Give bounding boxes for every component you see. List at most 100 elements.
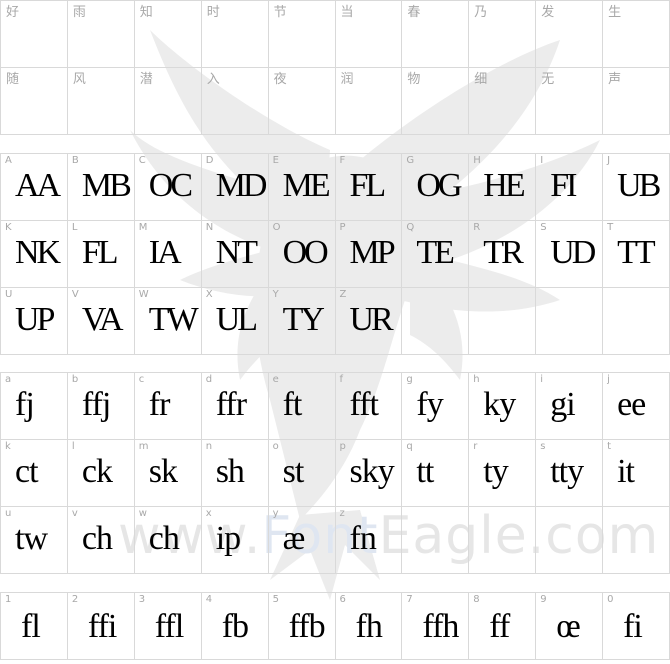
glyph-cell: D MD <box>201 154 269 221</box>
glyph-cell: d ffr <box>201 373 269 440</box>
glyph-cell: X UL <box>201 288 269 355</box>
glyph-sample: UB <box>617 167 661 204</box>
cell-label: 3 <box>138 594 146 605</box>
cell-label: e <box>272 374 279 385</box>
cell-label: p <box>339 441 346 452</box>
cell-label: o <box>272 441 279 452</box>
glyph-sample: UR <box>349 301 394 338</box>
glyph-sample: HE <box>483 167 525 204</box>
glyph-sample: MP <box>349 234 396 271</box>
glyph-cell: 春 <box>402 1 470 68</box>
glyph-cell: 时 <box>201 1 269 68</box>
glyph-cell: T TT <box>603 221 670 288</box>
cell-label: 风 <box>72 72 86 87</box>
cell-label: 入 <box>206 72 220 87</box>
cell-label: Z <box>339 289 347 300</box>
glyph-cell: i gi <box>536 373 604 440</box>
glyph-cell: 2 ffi <box>67 593 135 660</box>
glyph-sample: fn <box>349 520 377 557</box>
glyph-sample: sk <box>148 453 178 490</box>
cell-label: w <box>138 508 147 519</box>
glyph-sample: ip <box>215 520 241 557</box>
cell-label: 声 <box>608 72 622 87</box>
glyph-sample: ee <box>617 386 646 423</box>
cell-label: x <box>205 508 212 519</box>
glyph-sample: UL <box>215 301 258 338</box>
glyph-sample: ffb <box>288 608 326 645</box>
cell-label: P <box>339 222 346 233</box>
glyph-cell: l ck <box>67 440 135 507</box>
glyph-cell: 9œ <box>536 593 604 660</box>
empty-cell <box>536 507 604 574</box>
glyph-cell: 细 <box>469 68 537 135</box>
glyph-cell: Z UR <box>335 288 403 355</box>
glyph-sample: sky <box>349 453 395 490</box>
glyph-sample: ty <box>483 453 508 490</box>
cell-label: O <box>272 222 281 233</box>
cell-label: 乃 <box>474 5 488 20</box>
glyph-cell: 风 <box>67 68 135 135</box>
cell-label: E <box>272 155 279 166</box>
cell-label: z <box>339 508 345 519</box>
glyph-cell: w ch <box>134 507 202 574</box>
glyph-cell: r ty <box>469 440 537 507</box>
glyph-cell: 夜 <box>268 68 336 135</box>
cell-label: 当 <box>340 5 354 20</box>
cell-label: 6 <box>339 594 346 605</box>
glyph-sample: ck <box>81 453 113 490</box>
cell-label: 知 <box>139 5 153 20</box>
glyph-cell: 6 fh <box>335 593 403 660</box>
glyph-sample: œ <box>556 608 581 645</box>
glyph-sample: OO <box>282 234 329 271</box>
glyph-cell: K NK <box>1 221 68 288</box>
glyph-cell: k ct <box>1 440 68 507</box>
glyph-sample: ch <box>148 520 180 557</box>
glyph-cell: Y TY <box>268 288 336 355</box>
glyph-cell: n sh <box>201 440 269 507</box>
glyph-sample: TE <box>416 234 455 271</box>
glyph-sample: ff <box>489 608 510 645</box>
glyph-cell: 当 <box>335 1 403 68</box>
cell-label: I <box>540 155 544 166</box>
glyph-cell: U UP <box>1 288 68 355</box>
glyph-sample: FL <box>349 167 387 204</box>
glyph-cell: E ME <box>268 154 336 221</box>
cell-label: r <box>473 441 478 452</box>
glyph-cell: G OG <box>402 154 470 221</box>
cell-label: 0 <box>607 594 614 605</box>
glyph-sample: fft <box>349 386 380 423</box>
cell-label: 随 <box>6 72 20 87</box>
glyph-sample: it <box>617 453 635 490</box>
glyph-sample: fr <box>148 386 171 423</box>
glyph-sample: fy <box>416 386 443 423</box>
glyph-cell: h ky <box>469 373 537 440</box>
glyph-sample: VA <box>81 301 124 338</box>
glyph-cell: x ip <box>201 507 269 574</box>
cell-label: 发 <box>541 5 555 20</box>
glyph-cell: R TR <box>469 221 537 288</box>
glyph-cell: j ee <box>603 373 670 440</box>
glyph-sample: gi <box>550 386 575 423</box>
glyph-cell: t it <box>603 440 670 507</box>
glyph-sample: tw <box>15 520 48 557</box>
glyph-cell: V VA <box>67 288 135 355</box>
glyph-cell: p sky <box>335 440 403 507</box>
glyph-cell: c fr <box>134 373 202 440</box>
glyph-sample: æ <box>282 520 306 557</box>
cell-label: V <box>71 289 79 300</box>
glyph-sample: TT <box>617 234 656 271</box>
cjk-sample-grid: 好 雨 知 时 节 当 春 乃 发 生随 风 潜 入 夜 润 物 细 无 声 <box>0 0 670 135</box>
cell-label: 雨 <box>72 5 86 20</box>
glyph-cell: 随 <box>1 68 68 135</box>
glyph-sample: fb <box>221 608 249 645</box>
glyph-cell: b ffj <box>67 373 135 440</box>
glyph-cell: 生 <box>603 1 670 68</box>
glyph-cell: P MP <box>335 221 403 288</box>
cell-label: a <box>5 374 12 385</box>
glyph-cell: o st <box>268 440 336 507</box>
cell-label: m <box>138 441 149 452</box>
cell-label: H <box>473 155 481 166</box>
cell-label: d <box>205 374 213 385</box>
glyph-cell: J UB <box>603 154 670 221</box>
glyph-cell: 好 <box>1 1 68 68</box>
